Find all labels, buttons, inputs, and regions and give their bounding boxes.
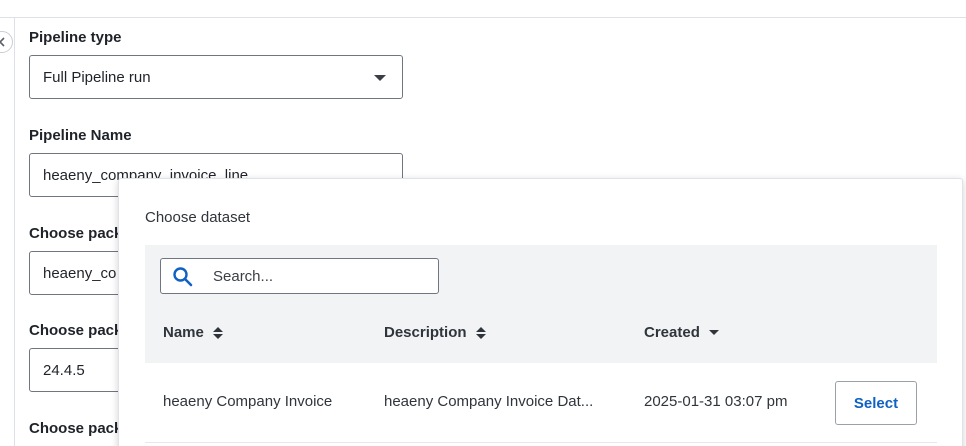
choose-package-version-value: 24.4.5: [43, 361, 85, 379]
chevron-left-icon: [0, 37, 5, 47]
collapse-sidebar-button[interactable]: [0, 31, 13, 53]
column-header-created[interactable]: Created: [644, 324, 719, 341]
column-header-name[interactable]: Name: [163, 324, 223, 341]
pipeline-type-label: Pipeline type: [29, 29, 122, 46]
table-header: Name Description Created: [145, 245, 937, 363]
column-description-label: Description: [384, 324, 467, 341]
column-created-label: Created: [644, 324, 700, 341]
sort-icon: [212, 326, 223, 339]
column-name-label: Name: [163, 324, 204, 341]
choose-package-label: Choose pack: [29, 225, 123, 242]
row-description: heaeny Company Invoice Dat...: [384, 393, 594, 410]
choose-dataset-popover: Choose dataset Name Description Created …: [118, 178, 963, 446]
pipeline-type-value: Full Pipeline run: [43, 68, 151, 86]
sidebar-divider: [14, 17, 15, 446]
row-created: 2025-01-31 03:07 pm: [644, 393, 788, 410]
table-row: heaeny Company Invoice heaeny Company In…: [145, 363, 937, 443]
search-input[interactable]: [213, 259, 433, 293]
pipeline-name-label: Pipeline Name: [29, 127, 132, 144]
choose-package-value: heaeny_co: [43, 264, 117, 282]
top-divider: [0, 17, 966, 18]
dataset-table: Name Description Created heaeny Company …: [145, 245, 937, 446]
search-icon: [173, 267, 193, 287]
choose-package-version-label: Choose pack: [29, 322, 123, 339]
caret-down-icon: [374, 75, 386, 81]
select-button[interactable]: Select: [835, 381, 917, 425]
row-name: heaeny Company Invoice: [163, 393, 333, 410]
pipeline-type-select[interactable]: Full Pipeline run: [29, 55, 403, 99]
column-header-description[interactable]: Description: [384, 324, 486, 341]
dataset-search: [160, 258, 439, 294]
popover-title: Choose dataset: [145, 209, 251, 226]
choose-package-label-3: Choose pack: [29, 420, 123, 437]
sort-descending-icon: [708, 330, 719, 335]
sort-icon: [475, 326, 486, 339]
